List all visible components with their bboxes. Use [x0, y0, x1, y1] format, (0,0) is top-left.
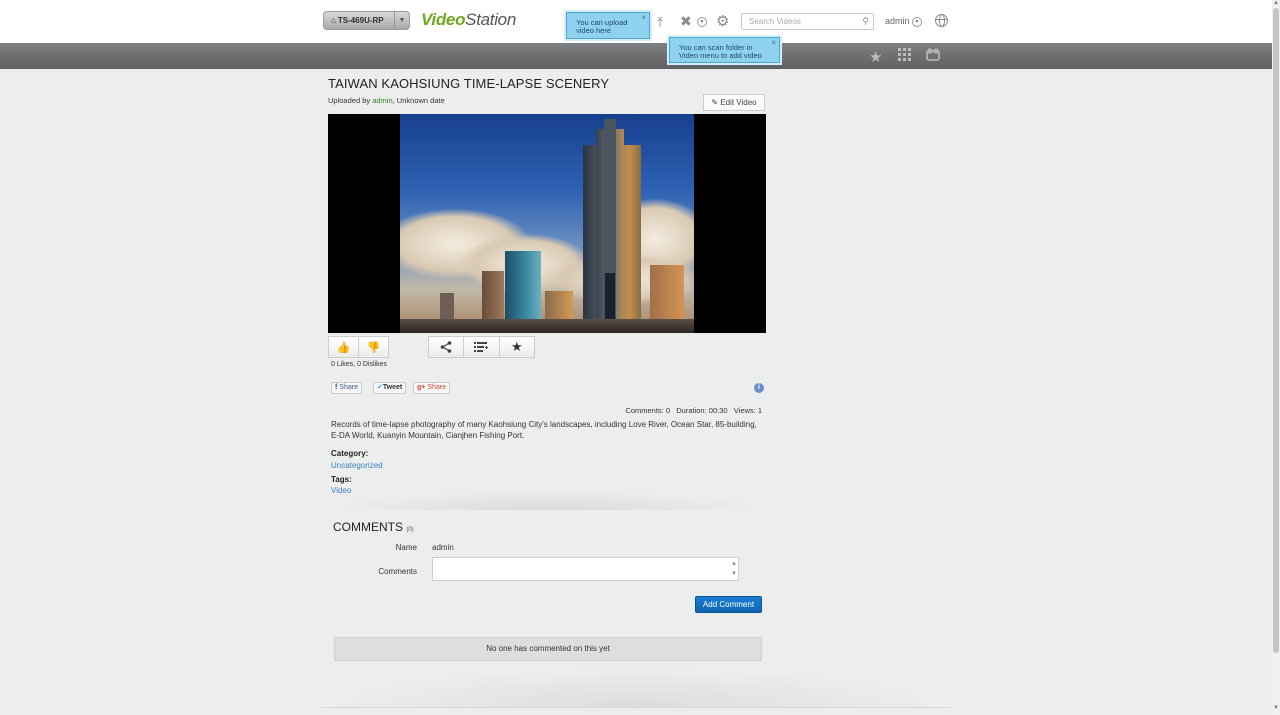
- facebook-share-label: Share: [339, 384, 358, 391]
- video-description: Records of time-lapse photography of man…: [331, 420, 757, 440]
- video-title: TAIWAN KAOHSIUNG TIME-LAPSE SCENERY: [328, 76, 610, 91]
- google-plus-icon: g+: [417, 384, 426, 391]
- footer-shadow: [330, 668, 940, 708]
- close-icon[interactable]: ×: [771, 39, 776, 47]
- video-frame: [400, 114, 694, 333]
- scroll-down-icon[interactable]: ▼: [1272, 705, 1280, 711]
- nas-menu-button[interactable]: ⌂ TS-469U-RP ▼: [323, 11, 410, 30]
- tools-icon[interactable]: ✖: [680, 13, 692, 30]
- google-plus-share-button[interactable]: g+ Share: [413, 382, 451, 394]
- comments-label: Comments: [378, 567, 417, 576]
- info-icon[interactable]: i: [754, 383, 764, 393]
- film-reel-icon[interactable]: [926, 48, 940, 62]
- scrollbar-thumb[interactable]: [1273, 8, 1279, 653]
- textarea-scroll-icon[interactable]: ▲ ▼: [731, 559, 737, 579]
- upload-prefix: Uploaded by: [328, 96, 373, 105]
- add-comment-button[interactable]: Add Comment: [695, 596, 762, 613]
- category-label: Category:: [331, 449, 369, 458]
- app-logo: VideoStation: [421, 10, 516, 30]
- close-icon[interactable]: ×: [641, 14, 646, 22]
- home-icon: ⌂: [331, 16, 336, 25]
- upload-info: Uploaded by admin, Unknown date: [328, 96, 445, 105]
- no-comments-message: No one has commented on this yet: [334, 637, 762, 661]
- scan-tooltip: You can scan folder in Video menu to add…: [669, 37, 780, 63]
- nas-name: TS-469U-RP: [337, 16, 384, 25]
- upload-tooltip-text: You can upload video here: [576, 18, 628, 35]
- chevron-down-icon[interactable]: ▼: [394, 12, 409, 29]
- tweet-button[interactable]: ✓Tweet: [373, 382, 407, 394]
- uploader-link[interactable]: admin: [372, 96, 392, 105]
- thumbs-up-icon[interactable]: 👍: [329, 337, 359, 357]
- search-input[interactable]: Search Videos ⚲: [741, 13, 874, 30]
- category-link[interactable]: Uncategorized: [331, 461, 383, 470]
- user-menu[interactable]: admin ▼: [885, 16, 923, 27]
- favorite-star-icon[interactable]: ★: [500, 337, 534, 357]
- divider-shadow: [330, 490, 766, 510]
- logo-text-video: Video: [421, 10, 466, 29]
- toolbar-strip: [0, 43, 1272, 69]
- gear-icon[interactable]: ⚙: [716, 12, 729, 30]
- comments-heading: COMMENTS (0): [333, 520, 414, 534]
- comments-count: (0): [406, 527, 414, 533]
- tweet-label: Tweet: [382, 384, 403, 391]
- edit-video-button[interactable]: ✎ Edit Video: [703, 94, 765, 111]
- upload-tooltip: You can upload video here ×: [566, 12, 650, 39]
- logo-text-station: Station: [465, 10, 516, 29]
- action-buttons: ★: [428, 336, 535, 358]
- facebook-icon: f: [335, 384, 338, 391]
- name-label: Name: [395, 543, 417, 552]
- name-value: admin: [432, 543, 454, 552]
- comment-textarea[interactable]: ▲ ▼: [432, 557, 739, 581]
- scroll-up-icon[interactable]: ▲: [1272, 0, 1280, 6]
- edit-icon: ✎: [711, 98, 719, 107]
- edit-video-label: Edit Video: [720, 98, 757, 107]
- video-player[interactable]: [328, 114, 766, 333]
- search-icon[interactable]: ⚲: [862, 14, 869, 29]
- footer-divider: [322, 707, 950, 708]
- share-icon[interactable]: [429, 337, 465, 357]
- add-to-playlist-icon[interactable]: [464, 337, 500, 357]
- upload-suffix: , Unknown date: [392, 96, 445, 105]
- chevron-down-icon[interactable]: ▼: [912, 16, 923, 27]
- comments-title: COMMENTS: [333, 520, 403, 534]
- star-icon[interactable]: ★: [869, 48, 882, 66]
- likes-count: 0 Likes, 0 Dislikes: [331, 361, 388, 368]
- scan-tooltip-text: You can scan folder in Video menu to add…: [679, 43, 762, 60]
- google-plus-share-label: Share: [427, 384, 447, 391]
- upload-icon[interactable]: ⤒: [657, 14, 663, 31]
- thumbs-down-icon[interactable]: 👎: [359, 337, 388, 357]
- page-scrollbar[interactable]: ▲ ▼: [1272, 0, 1280, 715]
- grid-icon[interactable]: [898, 48, 911, 61]
- facebook-share-button[interactable]: f Share: [331, 382, 362, 394]
- rating-buttons: 👍 👎: [328, 336, 389, 358]
- tools-dropdown-icon[interactable]: ▼: [697, 17, 707, 27]
- globe-icon[interactable]: [935, 14, 948, 27]
- video-stats: Comments: 0 Duration: 00:30 Views: 1: [625, 406, 762, 415]
- tags-label: Tags:: [331, 475, 352, 484]
- search-placeholder: Search Videos: [749, 17, 801, 26]
- user-name: admin: [885, 16, 910, 26]
